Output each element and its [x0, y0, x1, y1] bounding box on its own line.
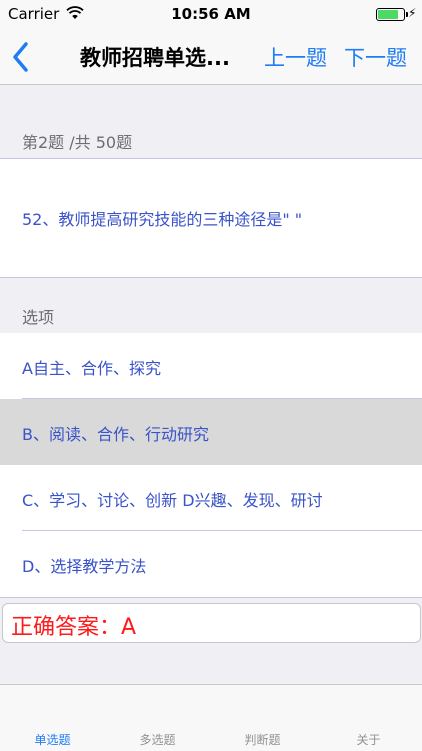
question-counter: 第2题 /共 50题: [22, 133, 133, 152]
tab-bar: 单选题 多选题 判断题 关于: [0, 684, 422, 751]
tab-label: 判断题: [244, 733, 281, 747]
clock: 10:56 AM: [171, 5, 251, 23]
option-d[interactable]: D、选择教学方法: [0, 531, 422, 597]
tab-single-choice[interactable]: 单选题: [0, 685, 105, 751]
next-question-button[interactable]: 下一题: [344, 42, 407, 72]
tab-label: 关于: [356, 733, 381, 747]
option-label: C、学习、讨论、创新 D兴趣、发现、研讨: [22, 491, 323, 510]
option-b[interactable]: B、阅读、合作、行动研究: [0, 399, 422, 465]
option-label: B、阅读、合作、行动研究: [22, 425, 209, 444]
question-card: 52、教师提高研究技能的三种途径是" ": [0, 158, 422, 278]
option-a[interactable]: A自主、合作、探究: [0, 333, 422, 399]
tab-multiple-choice[interactable]: 多选题: [105, 685, 210, 751]
navigation-bar: 教师招聘单选... 上一题 下一题: [0, 28, 422, 85]
option-label: A自主、合作、探究: [22, 359, 161, 378]
back-chevron-icon[interactable]: [8, 40, 34, 74]
option-label: D、选择教学方法: [22, 557, 147, 576]
charging-icon: ⚡: [408, 6, 417, 20]
tab-label: 多选题: [139, 733, 176, 747]
options-header: 选项: [22, 308, 55, 327]
status-bar: Carrier 10:56 AM ⚡: [0, 0, 422, 28]
correct-answer-text: 正确答案：A: [11, 615, 137, 640]
tab-label: 单选题: [34, 733, 71, 747]
divider: [0, 597, 422, 598]
option-c[interactable]: C、学习、讨论、创新 D兴趣、发现、研讨: [0, 465, 422, 531]
battery-icon: ⚡: [376, 6, 416, 21]
tab-about[interactable]: 关于: [315, 685, 422, 751]
page-title: 教师招聘单选...: [80, 46, 230, 70]
tab-true-false[interactable]: 判断题: [210, 685, 315, 751]
correct-answer-box: 正确答案：A: [2, 603, 421, 643]
question-text: 52、教师提高研究技能的三种途径是" ": [22, 210, 303, 229]
previous-question-button[interactable]: 上一题: [264, 42, 327, 72]
